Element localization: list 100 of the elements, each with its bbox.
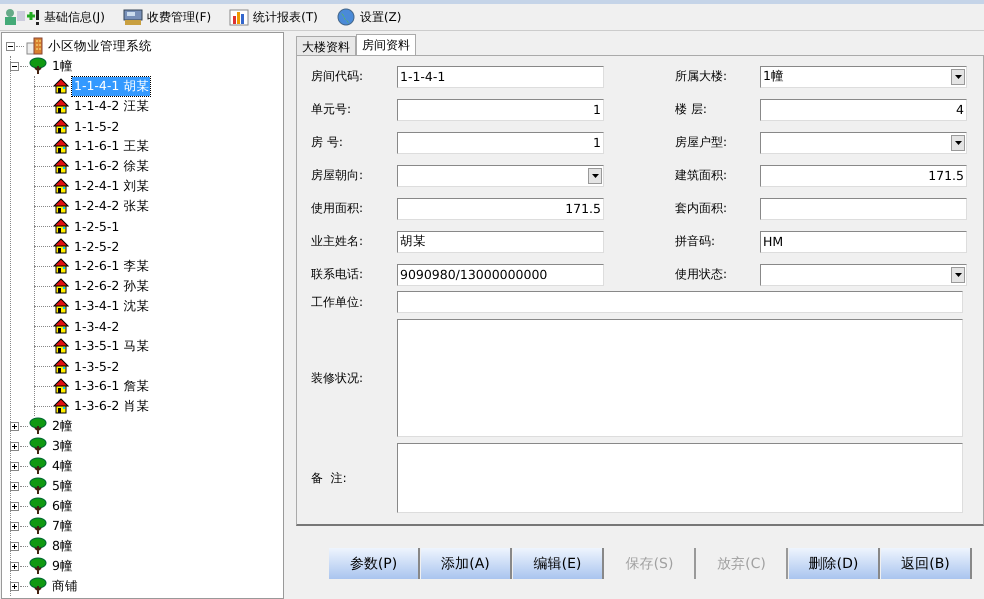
field-label: 备 注:	[311, 470, 348, 486]
tree-item[interactable]: 1-2-5-2	[72, 238, 122, 254]
tree-item[interactable]: 9幢	[50, 556, 75, 576]
tree-icon	[29, 517, 47, 535]
field-label: 业主姓名:	[311, 233, 364, 250]
expand-icon[interactable]	[10, 542, 19, 550]
field-label: 工作单位:	[311, 294, 364, 310]
action-button[interactable]: 参数(P)	[329, 548, 420, 579]
tree-item[interactable]: 6幢	[50, 496, 75, 516]
tree-item[interactable]: 小区物业管理系统	[46, 36, 154, 56]
menu-item[interactable]: 基础信息(J)	[2, 8, 107, 26]
collapse-icon[interactable]	[6, 42, 15, 50]
expand-icon[interactable]	[10, 442, 19, 450]
field-label: 建筑面积:	[675, 167, 728, 184]
house-icon	[53, 338, 69, 354]
tree-item[interactable]: 1-2-5-1	[72, 218, 122, 234]
field-label: 拼音码:	[675, 233, 716, 250]
action-button[interactable]: 返回(B)	[881, 548, 972, 579]
house-icon	[53, 218, 69, 234]
house-icon	[53, 258, 69, 274]
tree-item[interactable]: 1-2-6-1 李某	[72, 256, 152, 276]
field-label: 使用面积:	[311, 200, 364, 217]
house-icon	[53, 318, 69, 334]
expand-icon[interactable]	[10, 462, 19, 470]
tree-item[interactable]: 1-2-4-1 刘某	[72, 176, 152, 196]
cash-register-icon	[122, 8, 143, 26]
action-button[interactable]: 编辑(E)	[513, 548, 604, 579]
expand-icon[interactable]	[10, 482, 19, 490]
tree-item[interactable]: 1-1-6-2 徐某	[72, 156, 152, 176]
input-field[interactable]: 胡某	[397, 230, 604, 252]
dropdown[interactable]: 1幢	[760, 66, 967, 88]
tree-item[interactable]: 1-3-6-1 詹某	[72, 376, 152, 396]
expand-icon[interactable]	[10, 522, 19, 530]
menu-item[interactable]: 统计报表(T)	[227, 8, 320, 26]
tree-item[interactable]: 5幢	[50, 476, 75, 496]
input-field[interactable]: 9090980/13000000000	[397, 264, 604, 286]
house-icon	[53, 278, 69, 294]
tree-icon	[29, 497, 47, 515]
tree-item[interactable]: 1-3-4-2	[72, 318, 122, 334]
tree-item[interactable]: 1-1-6-1 王某	[72, 136, 152, 156]
expand-icon[interactable]	[10, 582, 19, 590]
tree-item[interactable]: 7幢	[50, 516, 75, 536]
house-icon	[53, 78, 69, 94]
house-icon	[53, 158, 69, 174]
field-label: 所属大楼:	[675, 68, 728, 85]
field-label: 房间代码:	[311, 68, 364, 85]
field-label: 使用状态:	[675, 266, 728, 283]
field-label: 套内面积:	[675, 200, 728, 217]
tree-item[interactable]: 3幢	[50, 436, 75, 456]
tree-item[interactable]: 1-3-5-1 马某	[72, 336, 152, 356]
tree-item[interactable]: 1-1-4-2 汪某	[72, 96, 152, 116]
house-icon	[53, 358, 69, 374]
input-field[interactable]: 4	[760, 98, 967, 120]
dropdown[interactable]	[760, 132, 967, 154]
tree-item[interactable]: 商铺	[50, 576, 80, 596]
house-icon	[53, 178, 69, 194]
tree-icon	[29, 457, 47, 475]
input-field[interactable]	[397, 291, 963, 313]
field-label: 联系电话:	[311, 266, 364, 283]
input-field[interactable]: HM	[760, 230, 967, 252]
field-label: 房屋朝向:	[311, 167, 364, 184]
people-icon	[4, 8, 40, 26]
tree-item[interactable]: 1幢	[50, 56, 75, 76]
tree-item[interactable]: 2幢	[50, 416, 75, 436]
tree-icon	[29, 577, 47, 595]
input-field[interactable]: 171.5	[760, 164, 967, 186]
tree-item[interactable]: 4幢	[50, 456, 75, 476]
input-field[interactable]: 1	[397, 98, 604, 120]
tree-item[interactable]: 1-3-4-1 沈某	[72, 296, 152, 316]
action-button[interactable]: 删除(D)	[789, 548, 880, 579]
tree-item[interactable]: 1-3-6-2 肖某	[72, 396, 152, 416]
dropdown[interactable]	[760, 264, 967, 286]
tree-item[interactable]: 1-2-6-2 孙某	[72, 276, 152, 296]
tree-item[interactable]: 1-2-4-2 张某	[72, 196, 152, 216]
tab[interactable]: 房间资料	[356, 34, 416, 55]
house-icon	[53, 298, 69, 314]
house-icon	[53, 98, 69, 114]
menu-item[interactable]: 设置(Z)	[334, 8, 404, 26]
tree-icon	[29, 437, 47, 455]
menu-item[interactable]: 收费管理(F)	[120, 8, 214, 26]
input-field[interactable]	[760, 198, 967, 220]
tree-item[interactable]: 8幢	[50, 536, 75, 556]
input-field[interactable]: 171.5	[397, 198, 604, 220]
tree-icon	[29, 557, 47, 575]
dropdown[interactable]	[397, 164, 604, 186]
house-icon	[53, 198, 69, 214]
field-label: 装修状况:	[311, 370, 364, 386]
expand-icon[interactable]	[10, 562, 19, 570]
collapse-icon[interactable]	[10, 62, 19, 70]
tree-icon	[29, 537, 47, 555]
house-icon	[53, 238, 69, 254]
input-field[interactable]: 1	[397, 132, 604, 154]
expand-icon[interactable]	[10, 502, 19, 510]
tree-item[interactable]: 1-1-5-2	[72, 118, 122, 134]
globe-icon	[336, 8, 356, 26]
tab[interactable]: 大楼资料	[296, 36, 356, 55]
action-button[interactable]: 添加(A)	[421, 548, 512, 579]
input-field[interactable]: 1-1-4-1	[397, 66, 604, 88]
expand-icon[interactable]	[10, 422, 19, 430]
tree-item[interactable]: 1-3-5-2	[72, 358, 122, 374]
